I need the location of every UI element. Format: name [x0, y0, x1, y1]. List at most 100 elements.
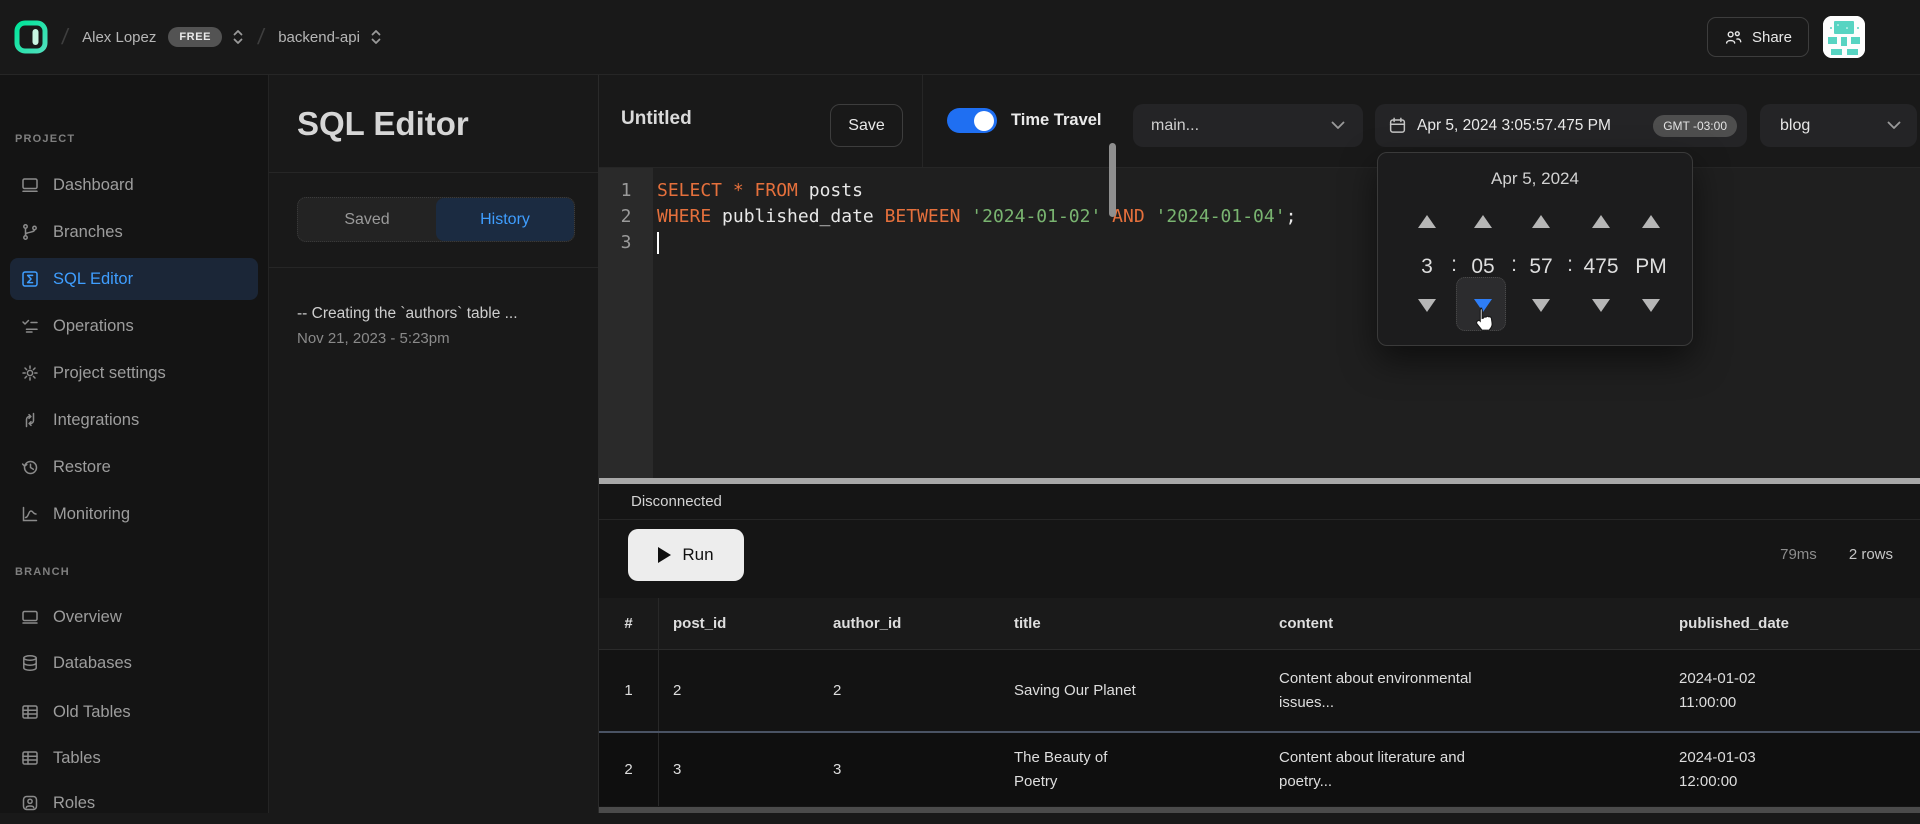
column-header-author-id: author_id: [819, 612, 1000, 636]
meridiem-up-arrow[interactable]: [1642, 215, 1660, 228]
mouse-cursor: [1471, 306, 1495, 334]
breadcrumb-project[interactable]: backend-api: [278, 29, 360, 46]
second-down-arrow[interactable]: [1532, 299, 1550, 312]
sidebar-item-label: Restore: [53, 458, 111, 477]
sidebar-item-sql-editor[interactable]: SQL Editor: [10, 258, 258, 300]
history-list-item[interactable]: -- Creating the `authors` table ... Nov …: [297, 305, 577, 347]
database-select-value: blog: [1780, 117, 1810, 135]
avatar[interactable]: [1823, 16, 1865, 58]
minute-spinner: 05: [1455, 208, 1511, 318]
sql-keyword: AND: [1101, 206, 1144, 227]
sidebar-item-databases[interactable]: Databases: [10, 642, 258, 684]
database-select[interactable]: blog: [1760, 104, 1917, 147]
sidebar-item-monitoring[interactable]: Monitoring: [10, 493, 258, 535]
breadcrumb-user[interactable]: Alex Lopez: [82, 29, 156, 46]
cell-published-date: 2024-01-02 11:00:00: [1665, 667, 1920, 715]
avatar-pattern: [1823, 16, 1865, 58]
share-button-label: Share: [1752, 29, 1792, 46]
cell-published-date: 2024-01-03 12:00:00: [1665, 746, 1920, 794]
sql-code-editor[interactable]: 1 SELECT * FROM posts 2 WHERE published_…: [599, 168, 1920, 478]
millisecond-value[interactable]: 475: [1573, 253, 1629, 281]
millisecond-spinner: 475: [1573, 208, 1629, 318]
cell-content: Content about environmental issues...: [1265, 667, 1665, 715]
meridiem-down-arrow[interactable]: [1642, 299, 1660, 312]
cell-index: 1: [599, 650, 659, 731]
second-up-arrow[interactable]: [1532, 215, 1550, 228]
roles-person-icon: [20, 793, 40, 813]
sidebar-item-old-tables[interactable]: Old Tables: [10, 691, 258, 733]
minute-up-arrow[interactable]: [1474, 215, 1492, 228]
datetime-picker-popup: Apr 5, 2024 3 : 05 : 57 : 475 PM: [1377, 152, 1693, 346]
horizontal-scrollbar[interactable]: [599, 807, 1920, 813]
tab-saved[interactable]: Saved: [298, 198, 436, 241]
tab-history[interactable]: History: [436, 198, 574, 241]
query-meta: 79ms 2 rows: [1780, 546, 1893, 563]
query-row-count: 2 rows: [1849, 546, 1893, 563]
millisecond-up-arrow[interactable]: [1592, 215, 1610, 228]
table-header-row: # post_id author_id title content publis…: [599, 598, 1920, 650]
hour-value[interactable]: 3: [1399, 253, 1455, 281]
neon-logo-icon: [14, 20, 48, 54]
datetime-picker-button[interactable]: Apr 5, 2024 3:05:57.475 PM GMT -03:00: [1375, 104, 1747, 147]
users-icon: [1724, 28, 1743, 47]
sql-keyword: BETWEEN: [885, 206, 961, 227]
sidebar-item-label: Project settings: [53, 364, 166, 383]
editor-scrollbar-thumb[interactable]: [1109, 143, 1116, 217]
line-number: 3: [599, 230, 653, 256]
git-branch-icon: [20, 222, 40, 242]
hour-up-arrow[interactable]: [1418, 215, 1436, 228]
sidebar-item-integrations[interactable]: Integrations: [10, 399, 258, 441]
column-header-published-date: published_date: [1665, 612, 1920, 636]
history-query-text: -- Creating the `authors` table ...: [297, 305, 577, 323]
divider: [269, 267, 598, 268]
sidebar-item-branches[interactable]: Branches: [10, 211, 258, 253]
minute-value[interactable]: 05: [1455, 253, 1511, 281]
datetime-value: Apr 5, 2024 3:05:57.475 PM: [1417, 117, 1611, 135]
second-spinner: 57: [1513, 208, 1569, 318]
timezone-badge: GMT -03:00: [1653, 115, 1737, 137]
page-title: SQL Editor: [297, 105, 469, 143]
cell-title: The Beauty of Poetry: [1000, 746, 1265, 794]
share-button[interactable]: Share: [1707, 17, 1809, 57]
cell-author-id: 2: [819, 679, 1000, 703]
integrations-icon: [20, 410, 40, 430]
sidebar-item-overview[interactable]: Overview: [10, 596, 258, 638]
branch-select[interactable]: main...: [1133, 104, 1363, 147]
chart-line-icon: [20, 504, 40, 524]
sidebar: PROJECT Dashboard Branches SQL Editor Op…: [0, 75, 269, 813]
second-value[interactable]: 57: [1513, 253, 1569, 281]
time-travel-toggle[interactable]: [947, 108, 997, 133]
sidebar-item-tables[interactable]: Tables: [10, 737, 258, 779]
divider: [269, 172, 598, 173]
hour-down-arrow[interactable]: [1418, 299, 1436, 312]
user-switcher-chevrons[interactable]: [232, 28, 244, 46]
cell-title: Saving Our Planet: [1000, 679, 1265, 703]
hand-pointer-icon: [1471, 306, 1495, 334]
history-query-date: Nov 21, 2023 - 5:23pm: [297, 330, 577, 347]
sidebar-item-dashboard[interactable]: Dashboard: [10, 164, 258, 206]
line-number: 1: [599, 178, 653, 204]
breadcrumb-separator: /: [256, 24, 266, 50]
table-icon: [20, 702, 40, 722]
sidebar-item-label: Old Tables: [53, 703, 131, 722]
sidebar-item-project-settings[interactable]: Project settings: [10, 352, 258, 394]
column-header-post-id: post_id: [659, 612, 819, 636]
meridiem-value[interactable]: PM: [1623, 253, 1679, 281]
calendar-icon: [1388, 116, 1407, 135]
play-icon: [658, 547, 671, 563]
sidebar-item-roles[interactable]: Roles: [10, 782, 258, 824]
millisecond-down-arrow[interactable]: [1592, 299, 1610, 312]
results-table: # post_id author_id title content publis…: [599, 598, 1920, 806]
sidebar-item-operations[interactable]: Operations: [10, 305, 258, 347]
branch-select-value: main...: [1151, 117, 1199, 135]
sidebar-section-project: PROJECT: [15, 133, 75, 145]
picker-date-title: Apr 5, 2024: [1378, 169, 1692, 189]
run-button[interactable]: Run: [628, 529, 744, 581]
save-button[interactable]: Save: [830, 104, 903, 147]
project-switcher-chevrons[interactable]: [370, 28, 382, 46]
neon-logo[interactable]: [14, 20, 48, 54]
line-number: 2: [599, 204, 653, 230]
sidebar-item-restore[interactable]: Restore: [10, 446, 258, 488]
table-row: 2 3 3 The Beauty of Poetry Content about…: [599, 733, 1920, 806]
column-header-index: #: [599, 598, 659, 649]
